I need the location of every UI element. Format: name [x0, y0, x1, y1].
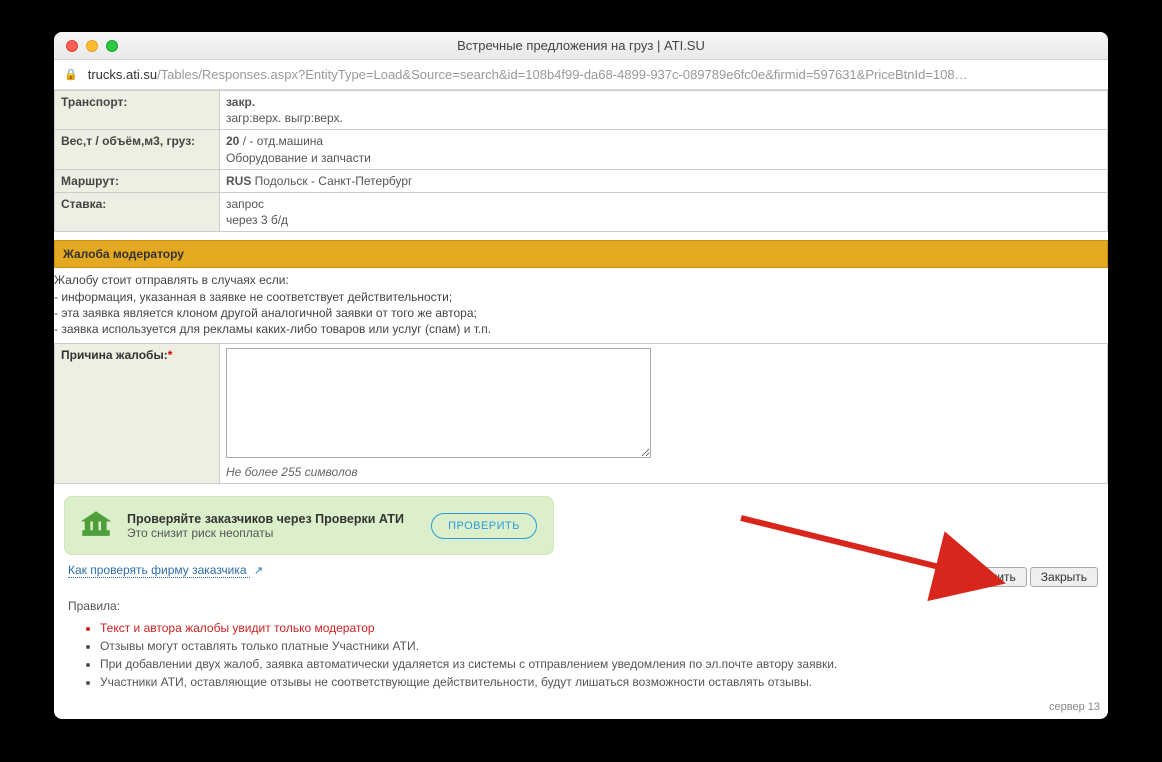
close-button[interactable]: Закрыть	[1030, 567, 1098, 587]
address-bar[interactable]: 🔒 trucks.ati.su /Tables/Responses.aspx?E…	[54, 60, 1108, 90]
rate-value: запрос через 3 б/д	[220, 192, 1108, 231]
complaint-header: Жалоба модератору	[54, 240, 1108, 268]
titlebar: Встречные предложения на груз | ATI.SU	[54, 32, 1108, 60]
reason-table: Причина жалобы:* Не более 255 символов	[54, 343, 1108, 484]
promo-subtitle: Это снизит риск неоплаты	[127, 526, 415, 540]
address-host: trucks.ati.su	[88, 67, 157, 82]
weight-label: Вес,т / объём,м3, груз:	[55, 130, 220, 169]
promo-banner: Проверяйте заказчиков через Проверки АТИ…	[64, 496, 554, 555]
rate-label: Ставка:	[55, 192, 220, 231]
complaint-instructions: Жалобу стоит отправлять в случаях если: …	[54, 268, 1108, 343]
rule-3: При добавлении двух жалоб, заявка автома…	[100, 655, 1094, 673]
server-label: сервер 13	[54, 699, 1108, 719]
page-content: Транспорт: закр. загр:верх. выгр:верх. В…	[54, 90, 1108, 719]
external-link-icon: ↗	[254, 565, 263, 577]
reason-hint: Не более 255 символов	[226, 465, 1101, 479]
transport-value: закр. загр:верх. выгр:верх.	[220, 91, 1108, 130]
save-button[interactable]: Сохранить	[945, 567, 1027, 587]
reason-label-cell: Причина жалобы:*	[55, 344, 220, 484]
required-asterisk: *	[168, 348, 173, 362]
rule-2: Отзывы могут оставлять только платные Уч…	[100, 637, 1094, 655]
close-window-button[interactable]	[66, 40, 78, 52]
transport-label: Транспорт:	[55, 91, 220, 130]
rule-1: Текст и автора жалобы увидит только моде…	[100, 619, 1094, 637]
promo-text: Проверяйте заказчиков через Проверки АТИ…	[127, 512, 415, 540]
rules-section: Правила: Текст и автора жалобы увидит то…	[54, 587, 1108, 699]
maximize-window-button[interactable]	[106, 40, 118, 52]
promo-check-button[interactable]: ПРОВЕРИТЬ	[431, 513, 537, 539]
complaint-reason-textarea[interactable]	[226, 348, 651, 458]
window-title: Встречные предложения на груз | ATI.SU	[54, 38, 1108, 53]
reason-input-cell: Не более 255 символов	[220, 344, 1108, 484]
load-info-table: Транспорт: закр. загр:верх. выгр:верх. В…	[54, 90, 1108, 232]
traffic-lights	[54, 40, 118, 52]
browser-window: Встречные предложения на груз | ATI.SU 🔒…	[54, 32, 1108, 719]
rule-4: Участники АТИ, оставляющие отзывы не соо…	[100, 673, 1094, 691]
how-to-check-link[interactable]: Как проверять фирму заказчика	[68, 563, 250, 578]
bank-icon	[81, 509, 111, 542]
lock-icon: 🔒	[64, 68, 78, 81]
weight-value: 20 / - отд.машина Оборудование и запчаст…	[220, 130, 1108, 169]
route-label: Маршрут:	[55, 169, 220, 192]
route-value: RUS Подольск - Санкт-Петербург	[220, 169, 1108, 192]
rules-title: Правила:	[68, 599, 1094, 613]
promo-title: Проверяйте заказчиков через Проверки АТИ	[127, 512, 415, 526]
address-path: /Tables/Responses.aspx?EntityType=Load&S…	[157, 67, 968, 82]
minimize-window-button[interactable]	[86, 40, 98, 52]
